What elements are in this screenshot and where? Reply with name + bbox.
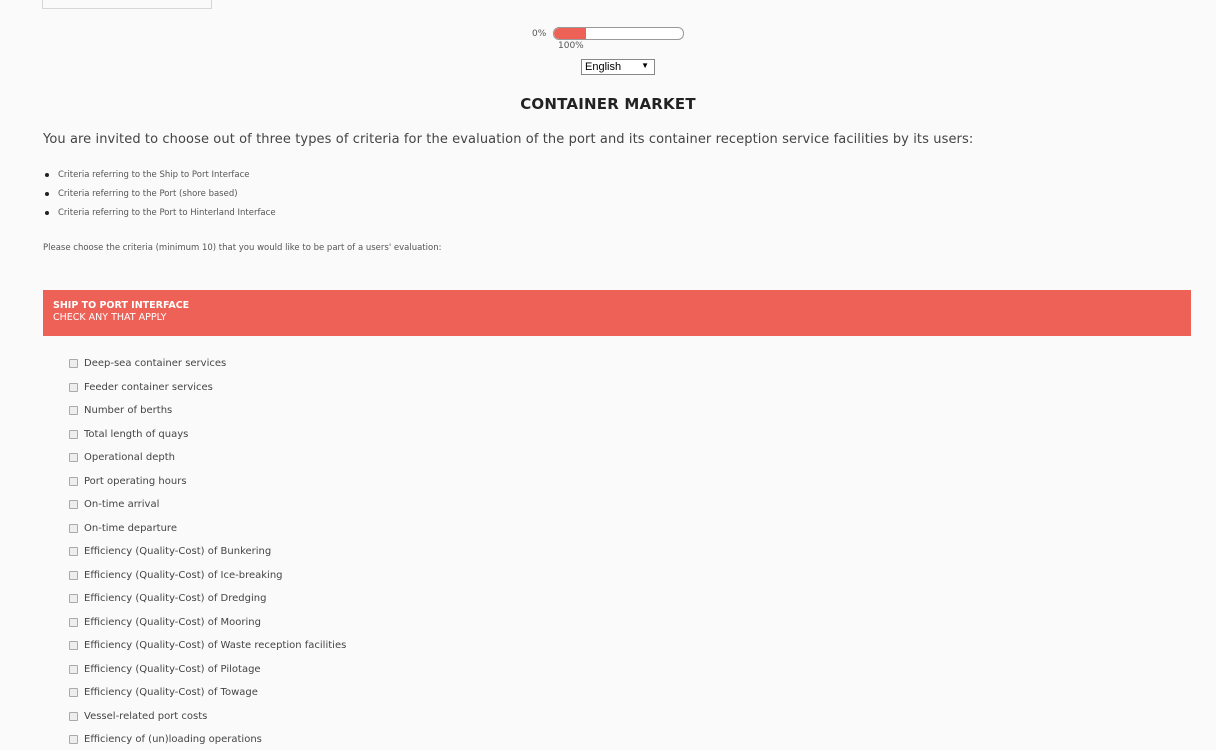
criteria-option-label: Number of berths <box>84 405 173 417</box>
criteria-option[interactable]: Efficiency (Quality-Cost) of Pilotage <box>69 658 346 682</box>
criteria-option-label: Efficiency (Quality-Cost) of Waste recep… <box>84 640 347 652</box>
criteria-option-label: On-time departure <box>84 522 177 534</box>
criteria-option-label: Total length of quays <box>84 428 189 440</box>
progress-indicator: 0% 100% <box>0 26 1216 54</box>
checkbox[interactable] <box>69 500 78 510</box>
criteria-option[interactable]: Efficiency (Quality-Cost) of Ice-breakin… <box>69 564 346 588</box>
criteria-option-label: Operational depth <box>84 452 175 464</box>
page-title: CONTAINER MARKET <box>520 95 696 113</box>
criteria-option[interactable]: Efficiency (Quality-Cost) of Dredging <box>69 587 346 611</box>
checkbox[interactable] <box>69 570 78 580</box>
criteria-option-label: Efficiency (Quality-Cost) of Pilotage <box>84 663 261 675</box>
checkbox[interactable] <box>69 735 78 745</box>
criteria-option[interactable]: Efficiency (Quality-Cost) of Mooring <box>69 611 346 635</box>
top-frame-fragment <box>42 0 212 9</box>
criteria-option[interactable]: Efficiency of (un)loading operations <box>69 728 346 750</box>
criteria-option-label: Feeder container services <box>84 381 213 393</box>
checkbox[interactable] <box>69 641 78 651</box>
criteria-option[interactable]: On-time departure <box>69 517 346 541</box>
criteria-option-label: Efficiency of (un)loading operations <box>84 734 262 746</box>
intro-text: You are invited to choose out of three t… <box>43 132 974 147</box>
criteria-option[interactable]: Deep-sea container services <box>69 352 346 376</box>
dropdown-arrow-icon: ▼ <box>641 61 649 70</box>
criteria-option[interactable]: Efficiency (Quality-Cost) of Towage <box>69 681 346 705</box>
checkbox[interactable] <box>69 688 78 698</box>
criteria-type-item: Criteria referring to the Port (shore ba… <box>43 187 276 206</box>
selection-prompt: Please choose the criteria (minimum 10) … <box>43 243 442 253</box>
criteria-option[interactable]: On-time arrival <box>69 493 346 517</box>
criteria-option-label: Vessel-related port costs <box>84 710 208 722</box>
section-header: SHIP TO PORT INTERFACE CHECK ANY THAT AP… <box>43 290 1191 336</box>
checkbox[interactable] <box>69 547 78 557</box>
checkbox[interactable] <box>69 429 78 439</box>
checkbox[interactable] <box>69 523 78 533</box>
checkbox[interactable] <box>69 476 78 486</box>
criteria-option-label: Efficiency (Quality-Cost) of Dredging <box>84 593 267 605</box>
checkbox[interactable] <box>69 664 78 674</box>
survey-page: 0% 100% English ▼ CONTAINER MARKET You a… <box>0 0 1216 750</box>
criteria-option-label: On-time arrival <box>84 499 160 511</box>
criteria-option[interactable]: Vessel-related port costs <box>69 705 346 729</box>
criteria-type-item: Criteria referring to the Port to Hinter… <box>43 206 276 225</box>
criteria-checkbox-list: Deep-sea container services Feeder contai… <box>69 352 346 750</box>
criteria-option[interactable]: Feeder container services <box>69 376 346 400</box>
section-subtitle: CHECK ANY THAT APPLY <box>53 312 167 323</box>
checkbox[interactable] <box>69 382 78 392</box>
criteria-option[interactable]: Efficiency (Quality-Cost) of Bunkering <box>69 540 346 564</box>
progress-bar-fill <box>554 28 587 39</box>
language-selected-value: English <box>585 61 622 73</box>
criteria-option-label: Efficiency (Quality-Cost) of Ice-breakin… <box>84 569 283 581</box>
criteria-option-label: Efficiency (Quality-Cost) of Bunkering <box>84 546 272 558</box>
criteria-type-list: Criteria referring to the Ship to Port I… <box>43 168 276 225</box>
criteria-option[interactable]: Efficiency (Quality-Cost) of Waste recep… <box>69 634 346 658</box>
criteria-type-item: Criteria referring to the Ship to Port I… <box>43 168 276 187</box>
language-select[interactable]: English ▼ <box>581 59 655 75</box>
criteria-option[interactable]: Number of berths <box>69 399 346 423</box>
progress-bar <box>553 27 684 40</box>
criteria-option[interactable]: Operational depth <box>69 446 346 470</box>
checkbox[interactable] <box>69 406 78 416</box>
progress-max-label: 100% <box>558 41 584 51</box>
criteria-option[interactable]: Total length of quays <box>69 423 346 447</box>
criteria-option-label: Efficiency (Quality-Cost) of Mooring <box>84 616 261 628</box>
checkbox[interactable] <box>69 453 78 463</box>
checkbox[interactable] <box>69 359 78 369</box>
criteria-option-label: Port operating hours <box>84 475 187 487</box>
checkbox[interactable] <box>69 617 78 627</box>
checkbox[interactable] <box>69 594 78 604</box>
criteria-option-label: Deep-sea container services <box>84 358 227 370</box>
criteria-option-label: Efficiency (Quality-Cost) of Towage <box>84 687 258 699</box>
progress-min-label: 0% <box>532 29 547 39</box>
checkbox[interactable] <box>69 711 78 721</box>
criteria-option[interactable]: Port operating hours <box>69 470 346 494</box>
section-title: SHIP TO PORT INTERFACE <box>53 300 190 311</box>
